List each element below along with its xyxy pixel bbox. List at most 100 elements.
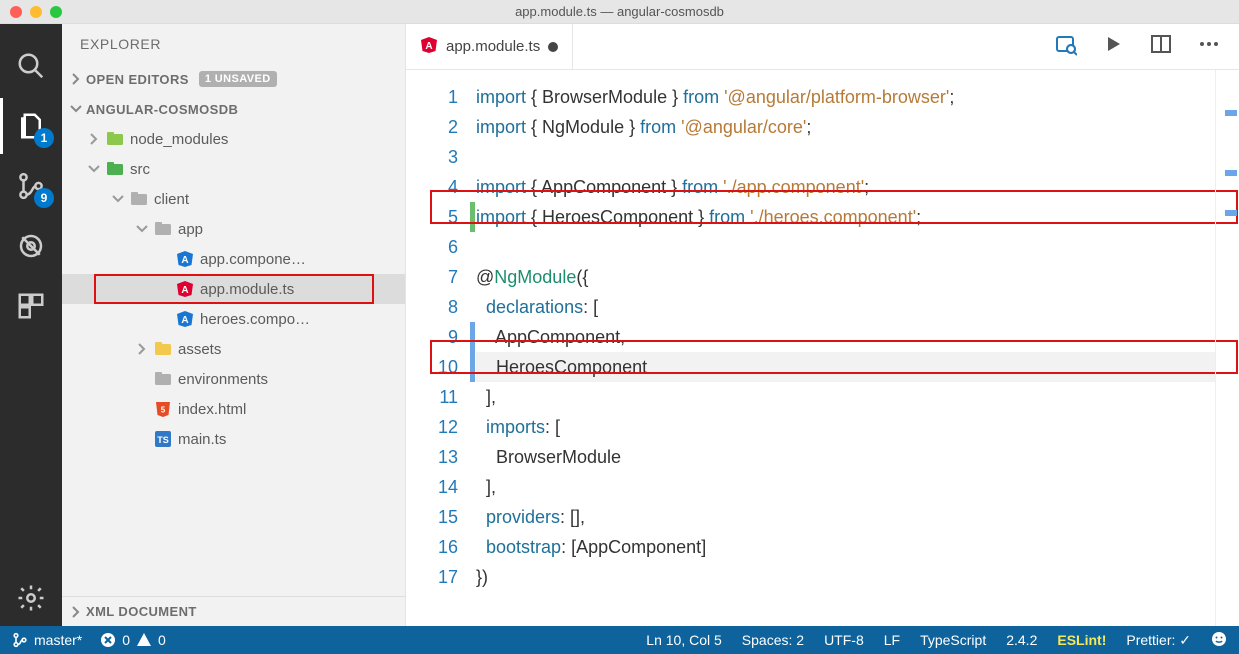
- tree-environments[interactable]: environments: [62, 364, 405, 394]
- folder-assets-icon: [154, 340, 172, 358]
- angular-module-icon: A: [176, 280, 194, 298]
- status-eol[interactable]: LF: [884, 632, 900, 648]
- status-prettier[interactable]: Prettier: ✓: [1126, 632, 1191, 649]
- scm-badge: 9: [34, 188, 54, 208]
- status-bar: master* 0 0 Ln 10, Col 5 Spaces: 2 UTF-8…: [0, 626, 1239, 654]
- chevron-right-icon: [88, 133, 100, 145]
- run-icon[interactable]: [1101, 32, 1125, 61]
- folder-icon: [154, 220, 172, 238]
- tree-label: heroes.compo…: [200, 311, 310, 328]
- svg-text:A: A: [425, 41, 432, 52]
- tree-main-ts[interactable]: TS main.ts: [62, 424, 405, 454]
- svg-text:A: A: [181, 315, 188, 326]
- code-lines[interactable]: import { BrowserModule } from '@angular/…: [476, 70, 1215, 626]
- xml-document-label: XML DOCUMENT: [86, 604, 197, 619]
- tree-app[interactable]: app: [62, 214, 405, 244]
- window-controls: [0, 6, 62, 18]
- code-area[interactable]: 1234567891011121314151617 import { Brows…: [406, 70, 1239, 626]
- file-tree: node_modules src client app: [62, 124, 405, 596]
- tree-label: app: [178, 221, 203, 238]
- tree-label: main.ts: [178, 431, 226, 448]
- activity-search-icon[interactable]: [0, 38, 62, 94]
- tab-bar: A app.module.ts: [406, 24, 1239, 70]
- html-file-icon: 5: [154, 400, 172, 418]
- angular-file-icon: A: [176, 310, 194, 328]
- tree-label: node_modules: [130, 131, 228, 148]
- gutter-modified-marker: [470, 322, 475, 382]
- tree-client[interactable]: client: [62, 184, 405, 214]
- status-branch[interactable]: master*: [12, 632, 82, 648]
- folder-icon: [130, 190, 148, 208]
- folder-src-icon: [106, 160, 124, 178]
- tab-app-module[interactable]: A app.module.ts: [406, 24, 573, 69]
- branch-label: master*: [34, 632, 82, 648]
- sidebar-title: EXPLORER: [62, 24, 405, 64]
- sidebar-explorer: EXPLORER OPEN EDITORS 1 UNSAVED ANGULAR-…: [62, 24, 406, 626]
- activity-debug-icon[interactable]: [0, 218, 62, 274]
- activity-scm-icon[interactable]: 9: [0, 158, 62, 214]
- chevron-right-icon: [70, 606, 82, 618]
- chevron-down-icon: [112, 193, 124, 205]
- section-open-editors[interactable]: OPEN EDITORS 1 UNSAVED: [62, 64, 405, 94]
- tree-label: environments: [178, 371, 268, 388]
- tab-label: app.module.ts: [446, 38, 540, 55]
- preview-icon[interactable]: [1053, 32, 1077, 61]
- status-eslint[interactable]: ESLint!: [1057, 632, 1106, 648]
- status-position[interactable]: Ln 10, Col 5: [646, 632, 722, 648]
- activity-explorer-icon[interactable]: 1: [0, 98, 62, 154]
- tree-label: client: [154, 191, 189, 208]
- open-editors-label: OPEN EDITORS: [86, 72, 189, 87]
- status-language[interactable]: TypeScript: [920, 632, 986, 648]
- editor-area: A app.module.ts 123456789101112131415161…: [406, 24, 1239, 626]
- status-spaces[interactable]: Spaces: 2: [742, 632, 804, 648]
- tree-src[interactable]: src: [62, 154, 405, 184]
- activity-extensions-icon[interactable]: [0, 278, 62, 334]
- tree-app-module[interactable]: A app.module.ts: [62, 274, 405, 304]
- activity-bar: 1 9: [0, 24, 62, 626]
- minimap[interactable]: [1215, 70, 1239, 626]
- chevron-down-icon: [136, 223, 148, 235]
- errors-count: 0: [122, 632, 130, 648]
- workspace-label: ANGULAR-COSMOSDB: [86, 102, 238, 117]
- more-actions-icon[interactable]: [1197, 32, 1221, 61]
- tree-node-modules[interactable]: node_modules: [62, 124, 405, 154]
- svg-text:A: A: [181, 285, 188, 296]
- split-editor-icon[interactable]: [1149, 32, 1173, 61]
- titlebar: app.module.ts — angular-cosmosdb: [0, 0, 1239, 24]
- tree-label: index.html: [178, 401, 246, 418]
- tree-app-component[interactable]: A app.compone…: [62, 244, 405, 274]
- tree-index-html[interactable]: 5 index.html: [62, 394, 405, 424]
- line-gutter: 1234567891011121314151617: [406, 70, 476, 626]
- chevron-down-icon: [70, 103, 82, 115]
- status-ts-version[interactable]: 2.4.2: [1006, 632, 1037, 648]
- gutter-added-marker: [470, 202, 475, 232]
- section-xml-document[interactable]: XML DOCUMENT: [62, 596, 405, 626]
- close-window-button[interactable]: [10, 6, 22, 18]
- tree-heroes-component[interactable]: A heroes.compo…: [62, 304, 405, 334]
- tree-label: app.module.ts: [200, 281, 294, 298]
- ts-file-icon: TS: [154, 430, 172, 448]
- tree-assets[interactable]: assets: [62, 334, 405, 364]
- tree-label: app.compone…: [200, 251, 306, 268]
- tree-label: assets: [178, 341, 221, 358]
- angular-tab-icon: A: [420, 36, 438, 58]
- minimize-window-button[interactable]: [30, 6, 42, 18]
- explorer-badge: 1: [34, 128, 54, 148]
- zoom-window-button[interactable]: [50, 6, 62, 18]
- window-title: app.module.ts — angular-cosmosdb: [0, 4, 1239, 19]
- tree-label: src: [130, 161, 150, 178]
- activity-settings-icon[interactable]: [0, 570, 62, 626]
- svg-text:5: 5: [161, 406, 166, 415]
- status-feedback-icon[interactable]: [1211, 631, 1227, 650]
- chevron-right-icon: [70, 73, 82, 85]
- section-workspace[interactable]: ANGULAR-COSMOSDB: [62, 94, 405, 124]
- warnings-count: 0: [158, 632, 166, 648]
- status-encoding[interactable]: UTF-8: [824, 632, 864, 648]
- angular-file-icon: A: [176, 250, 194, 268]
- chevron-down-icon: [88, 163, 100, 175]
- folder-icon: [154, 370, 172, 388]
- svg-text:A: A: [181, 255, 188, 266]
- status-problems[interactable]: 0 0: [100, 632, 166, 648]
- tab-dirty-indicator: [548, 42, 558, 52]
- svg-text:TS: TS: [157, 435, 169, 445]
